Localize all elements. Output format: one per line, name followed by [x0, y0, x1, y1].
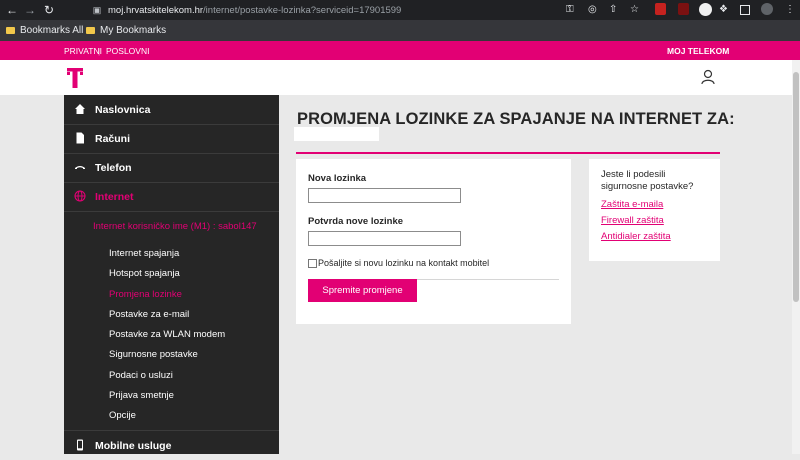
share-icon[interactable]: ⇧	[609, 4, 617, 15]
scrollbar-thumb[interactable]	[793, 72, 799, 302]
home-icon	[75, 104, 85, 114]
sidebar-subitem-opcije[interactable]: Opcije	[109, 410, 136, 421]
sidebar-item-internet[interactable]: Internet	[64, 182, 279, 212]
bookmark-folder-my[interactable]: My Bookmarks	[86, 25, 166, 36]
confirm-password-label: Potvrda nove lozinke	[308, 216, 404, 227]
password-form-panel: Nova lozinka Potvrda nove lozinke Pošalj…	[296, 159, 571, 324]
url-path: /internet/postavke-lozinka?serviceid=179…	[203, 5, 402, 16]
sidebar-subitem-promjena-lozinke[interactable]: Promjena lozinke	[109, 289, 182, 300]
puzzle-icon[interactable]: ❖	[719, 4, 728, 15]
address-bar[interactable]: ▣ moj.hrvatskitelekom.hr/internet/postavk…	[92, 2, 640, 18]
sidebar-subitem-podaci-o-usluzi[interactable]: Podaci o usluzi	[109, 370, 173, 381]
profile-icon[interactable]	[761, 3, 773, 15]
sidebar-item-label: Računi	[95, 133, 131, 145]
lock-icon: ▣	[92, 5, 102, 15]
sidebar-subitem-prijava-smetnje[interactable]: Prijava smetnje	[109, 390, 174, 401]
moj-telekom-link[interactable]: MOJ TELEKOM	[667, 46, 729, 56]
globe-icon	[74, 190, 86, 202]
sidebar-subitem-internet-spajanja[interactable]: Internet spajanja	[109, 248, 179, 259]
ublock-icon[interactable]	[678, 3, 689, 15]
confirm-password-input[interactable]	[308, 231, 461, 246]
new-password-input[interactable]	[308, 188, 461, 203]
url-host: moj.hrvatskitelekom.hr	[108, 5, 204, 16]
back-button[interactable]: ←	[6, 3, 18, 17]
send-password-label: Pošaljite si novu lozinku na kontakt mob…	[318, 258, 490, 268]
site-header	[0, 60, 792, 95]
document-icon	[76, 132, 84, 144]
eye-off-icon[interactable]: ◎	[588, 4, 597, 15]
star-icon[interactable]: ☆	[630, 4, 639, 15]
browser-toolbar: ← → ↻ ▣ moj.hrvatskitelekom.hr/internet/p…	[0, 0, 800, 20]
save-changes-button[interactable]: Spremite promjene	[308, 279, 417, 302]
page-scrollbar[interactable]	[792, 60, 800, 454]
folder-icon	[6, 27, 15, 34]
sidebar-item-naslovnica[interactable]: Naslovnica	[64, 95, 279, 125]
avatar-extension-icon[interactable]	[699, 3, 712, 16]
reload-button[interactable]: ↻	[44, 3, 54, 17]
redacted-username	[294, 127, 379, 141]
privatni-link[interactable]: PRIVATNI	[64, 46, 102, 56]
sidebar-item-label: Internet	[95, 191, 134, 203]
sidebar-subitem-sigurnosne-postavke[interactable]: Sigurnosne postavke	[109, 349, 198, 360]
folder-icon	[86, 27, 95, 34]
sidebar-subitem-postavke-wlan[interactable]: Postavke za WLAN modem	[109, 329, 225, 340]
phone-icon	[75, 166, 85, 169]
new-password-label: Nova lozinka	[308, 173, 367, 184]
menu-icon[interactable]: ⋮	[785, 4, 795, 15]
bookmark-folder-all[interactable]: Bookmarks All	[6, 25, 83, 36]
title-divider	[296, 152, 720, 154]
sidebar-subitem-postavke-email[interactable]: Postavke za e-mail	[109, 309, 189, 320]
telekom-logo[interactable]	[67, 68, 83, 88]
sidebar-item-telefon[interactable]: Telefon	[64, 153, 279, 183]
poslovni-link[interactable]: POSLOVNI	[106, 46, 149, 56]
site-topbar: PRIVATNI | POSLOVNI MOJ TELEKOM	[0, 41, 800, 60]
sidebar: Naslovnica Računi Telefon Internet Inter…	[64, 95, 279, 454]
bookmarks-bar: Bookmarks All My Bookmarks	[0, 20, 800, 41]
security-settings-box: Jeste li podesili sigurnosne postavke? Z…	[589, 159, 720, 261]
firewall-protection-link[interactable]: Firewall zaštita	[601, 215, 664, 226]
send-password-checkbox[interactable]	[308, 259, 317, 268]
internet-account-label[interactable]: Internet korisničko ime (M1) : sabol147	[93, 221, 257, 232]
sidebar-item-label: Mobilne usluge	[95, 440, 172, 452]
key-icon[interactable]: ⚿	[566, 4, 574, 15]
sidepanel-icon[interactable]	[740, 5, 750, 15]
forward-button[interactable]: →	[24, 3, 36, 17]
security-question: Jeste li podesili sigurnosne postavke?	[601, 169, 694, 192]
bookmark-label: Bookmarks All	[20, 25, 84, 36]
bookmark-label: My Bookmarks	[100, 25, 167, 36]
sidebar-item-racuni[interactable]: Računi	[64, 124, 279, 154]
sidebar-subitem-hotspot-spajanja[interactable]: Hotspot spajanja	[109, 268, 180, 279]
mobile-icon	[77, 439, 83, 451]
sidebar-item-mobilne-usluge[interactable]: Mobilne usluge	[64, 430, 279, 460]
separator: |	[98, 46, 101, 56]
email-protection-link[interactable]: Zaštita e-maila	[601, 199, 663, 210]
sidebar-item-label: Naslovnica	[95, 104, 151, 116]
extension-icon[interactable]	[655, 3, 666, 15]
sidebar-item-label: Telefon	[95, 162, 132, 174]
user-icon[interactable]	[701, 69, 715, 85]
antidialer-protection-link[interactable]: Antidialer zaštita	[601, 231, 671, 242]
